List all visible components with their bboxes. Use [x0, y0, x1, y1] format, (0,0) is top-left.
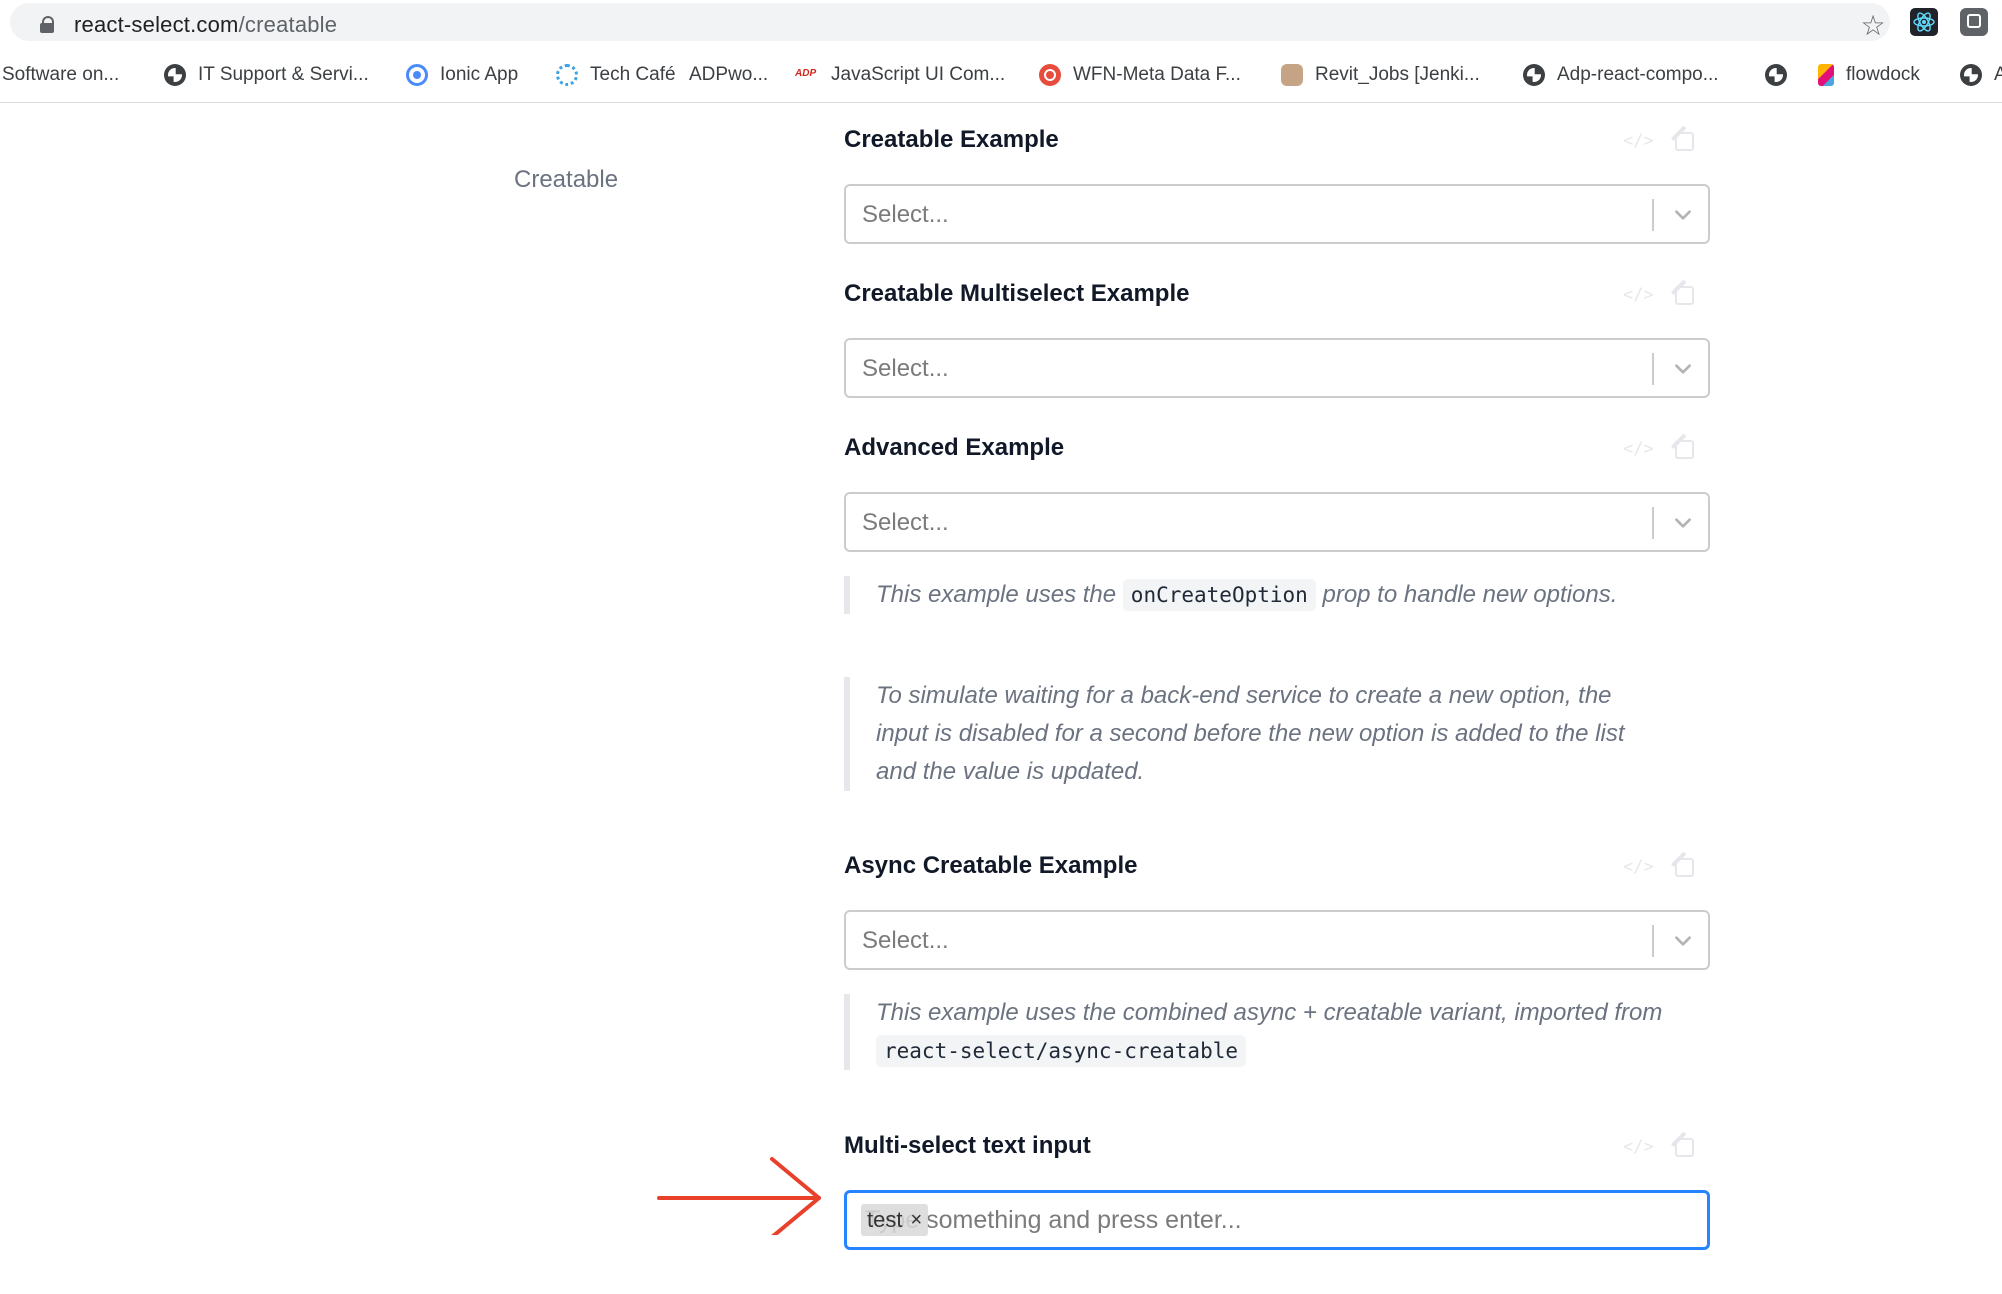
bookmark-tech-cafe[interactable]: Tech Café: [556, 62, 676, 88]
inline-code: onCreateOption: [1122, 579, 1316, 611]
edit-icon[interactable]: [1670, 279, 1700, 308]
url-path: /creatable: [238, 12, 338, 37]
bookmark-revit-jobs[interactable]: Revit_Jobs [Jenki...: [1281, 62, 1480, 88]
bookmark-label: Ionic App: [440, 64, 519, 85]
globe-icon: [1765, 64, 1787, 86]
section-title: Creatable Example: [844, 126, 1059, 153]
select-placeholder: Select...: [862, 355, 949, 382]
bookmark-label: WFN-Meta Data F...: [1073, 64, 1241, 85]
bookmark-label: Software on...: [2, 64, 120, 85]
globe-icon: [164, 64, 186, 86]
jenkins-icon: [1281, 64, 1303, 86]
bookmark-wfn-meta[interactable]: WFN-Meta Data F...: [1039, 62, 1241, 88]
chevron-down-icon[interactable]: [1672, 204, 1694, 226]
creatable-multiselect[interactable]: Select...: [844, 338, 1710, 398]
url-host: react-select.com: [74, 12, 239, 37]
inline-code: react-select/async-creatable: [876, 1035, 1247, 1067]
advanced-note-2: To simulate waiting for a back-end servi…: [844, 677, 1656, 791]
url-text[interactable]: react-select.com/creatable: [74, 12, 337, 38]
section-title: Advanced Example: [844, 434, 1065, 461]
bookmark-ionic-app[interactable]: Ionic App: [406, 62, 518, 88]
bookmark-label: Adp-react-compo...: [1557, 64, 1719, 85]
address-bar[interactable]: react-select.com/creatable ☆: [10, 3, 1890, 41]
bookmark-globe[interactable]: [1765, 62, 1799, 88]
bookmark-label: flowdock: [1846, 64, 1920, 85]
bookmark-javascript-ui[interactable]: JavaScript UI Com...: [795, 62, 1006, 88]
select-placeholder: Select...: [862, 509, 949, 536]
bookmark-label: IT Support & Servi...: [198, 64, 369, 85]
note-text: prop to handle new options.: [1315, 581, 1618, 608]
chevron-down-icon[interactable]: [1672, 512, 1694, 534]
ionic-icon: [406, 64, 428, 86]
adp-icon: [795, 64, 819, 86]
advanced-note: This example uses the onCreateOption pro…: [844, 576, 1636, 614]
bookmark-adp-react[interactable]: Adp-react-compo...: [1523, 62, 1719, 88]
view-source-icon[interactable]: </>: [1623, 128, 1654, 154]
bookmark-software[interactable]: Software on...: [2, 62, 119, 88]
chevron-down-icon[interactable]: [1672, 358, 1694, 380]
section-title: Creatable Multiselect Example: [844, 280, 1190, 307]
indicator-separator: [1652, 925, 1654, 957]
view-source-icon[interactable]: </>: [1623, 1134, 1654, 1160]
globe-icon: [1960, 64, 1982, 86]
select-placeholder: Select...: [862, 927, 949, 954]
section-title: Async Creatable Example: [844, 852, 1138, 879]
bookmark-label: Revit_Jobs [Jenki...: [1315, 64, 1480, 85]
bookmark-label: A: [1994, 64, 2002, 85]
chip-remove-icon[interactable]: ×: [910, 1209, 922, 1232]
edit-icon[interactable]: [1670, 125, 1700, 154]
tech-cafe-icon: [556, 64, 578, 86]
creatable-select[interactable]: Select...: [844, 184, 1710, 244]
view-source-icon[interactable]: </>: [1623, 854, 1654, 880]
edit-icon[interactable]: [1670, 851, 1700, 880]
extension-icon[interactable]: [1960, 8, 1988, 36]
chip-label: test: [867, 1207, 903, 1232]
bookmark-flowdock[interactable]: flowdock: [1818, 62, 1920, 88]
advanced-select[interactable]: Select...: [844, 492, 1710, 552]
wfn-icon: [1039, 64, 1061, 86]
edit-icon[interactable]: [1670, 1131, 1700, 1160]
bookmark-it-support[interactable]: IT Support & Servi...: [164, 62, 369, 88]
indicator-separator: [1652, 199, 1654, 231]
sidebar-section-label: Creatable: [514, 166, 619, 193]
flowdock-icon: [1818, 64, 1834, 86]
indicator-separator: [1652, 353, 1654, 385]
note-text: This example uses the: [876, 581, 1123, 608]
value-chip: test ×: [861, 1204, 929, 1236]
bookmark-adpwo[interactable]: ADPwo...: [689, 62, 768, 88]
async-creatable-select[interactable]: Select...: [844, 910, 1710, 970]
view-source-icon[interactable]: </>: [1623, 282, 1654, 308]
bookmarks-bar: Software on... IT Support & Servi... Ion…: [0, 44, 2002, 103]
note-text: This example uses the combined async + c…: [876, 999, 1663, 1026]
view-source-icon[interactable]: </>: [1623, 436, 1654, 462]
bookmark-label: JavaScript UI Com...: [831, 64, 1006, 85]
multi-select-text-input[interactable]: Type something and press enter... test ×: [844, 1190, 1710, 1250]
bookmark-label: Tech Café: [590, 64, 676, 85]
react-devtools-extension-icon[interactable]: [1910, 8, 1938, 36]
edit-icon[interactable]: [1670, 433, 1700, 462]
indicator-separator: [1652, 507, 1654, 539]
bookmark-overflow[interactable]: A: [1960, 62, 2002, 88]
section-title: Multi-select text input: [844, 1132, 1091, 1159]
annotation-arrow: [657, 1157, 821, 1235]
bookmark-star-icon[interactable]: ☆: [1856, 9, 1890, 43]
async-note: This example uses the combined async + c…: [844, 994, 1676, 1070]
bookmark-label: ADPwo...: [689, 64, 769, 85]
browser-toolbar: react-select.com/creatable ☆: [0, 0, 2002, 44]
chevron-down-icon[interactable]: [1672, 930, 1694, 952]
select-placeholder: Select...: [862, 201, 949, 228]
globe-icon: [1523, 64, 1545, 86]
lock-icon[interactable]: [40, 16, 54, 33]
